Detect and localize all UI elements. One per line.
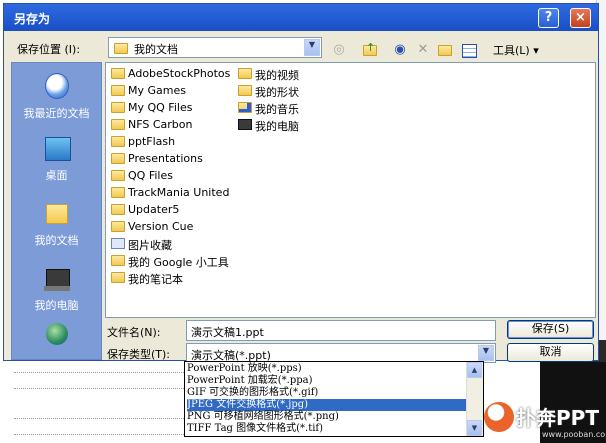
folder-icon [111,153,125,164]
file-name: 我的形状 [255,86,299,99]
filetype-option[interactable]: TIFF Tag 图像文件格式(*.tif) [187,423,469,435]
search-web-icon[interactable]: ◉ [391,41,409,59]
guide-line [14,372,184,373]
folder-icon [238,68,252,79]
folder-icon [111,187,125,198]
place-desktop[interactable]: 桌面 [12,135,101,187]
filename-input[interactable]: 演示文稿1.ppt [186,320,496,341]
filetype-option[interactable]: PowerPoint 放映(*.pps) [187,363,469,375]
filename-label: 文件名(N): [107,326,161,339]
file-name: pptFlash [128,135,176,148]
dropdown-scrollbar[interactable]: ▲ ▼ [466,362,483,436]
location-value: 我的文档 [134,43,178,56]
up-folder-icon[interactable]: ↑ [361,41,379,59]
folder-icon [111,221,125,232]
place-label: 我的文档 [34,234,79,247]
tools-label: 工具(L) [493,44,530,57]
place-recent[interactable]: 我最近的文档 [12,71,101,123]
folder-icon [111,119,125,130]
folder-icon [111,272,125,283]
guide-line [14,388,184,389]
folder-icon [111,85,125,96]
back-icon[interactable]: ◎ [330,41,348,59]
folder-icon [111,102,125,113]
logo-brand: 扑奔PPT [516,406,599,430]
file-name: AdobeStockPhotos [128,67,231,80]
guide-line [14,418,184,419]
my-documents-icon [42,198,72,228]
place-network[interactable] [12,321,101,357]
file-name: TrackMania United [128,186,230,199]
place-my-documents[interactable]: 我的文档 [12,198,101,250]
places-bar: 我最近的文档 桌面 我的文档 我的电脑 [11,62,102,360]
folder-icon [111,136,125,147]
filename-value: 演示文稿1.ppt [191,326,264,339]
place-label: 桌面 [45,169,68,182]
place-label: 我的电脑 [34,299,79,312]
file-name: 我的音乐 [255,103,299,116]
new-folder-icon[interactable] [436,41,454,59]
file-name: My QQ Files [128,101,193,114]
location-label: 保存位置 (I): [17,43,81,56]
scroll-down-icon[interactable]: ▼ [467,420,482,436]
tools-menu[interactable]: 工具(L) ▾ [493,42,539,58]
dialog-title: 另存为 [14,12,51,26]
save-button[interactable]: 保存(S) [507,320,594,339]
computer-icon [238,119,252,130]
file-name: NFS Carbon [128,118,193,131]
save-as-dialog: 另存为 ? × 保存位置 (I): 我的文档 ▼ ◎ ↑ ◉ ✕ 工具(L) ▾… [3,3,599,363]
folder-icon [111,255,125,266]
file-name: 我的视频 [255,69,299,82]
filetype-label: 保存类型(T): [107,348,171,361]
folder-icon [111,68,125,79]
logo-icon [484,402,514,432]
logo-url: www.pooban.com [542,430,606,439]
filetype-select[interactable]: 演示文稿(*.ppt) ▼ [186,343,496,363]
file-name: 我的 Google 小工具 [128,256,229,269]
guide-line [14,434,184,435]
folder-icon [238,85,252,96]
folder-icon [111,204,125,215]
help-button[interactable]: ? [538,8,559,28]
close-button[interactable]: × [570,8,591,28]
title-bar: 另存为 ? × [4,4,598,31]
file-name: QQ Files [128,169,173,182]
file-name: Updater5 [128,203,180,216]
location-combo[interactable]: 我的文档 ▼ [108,37,322,58]
filetype-option[interactable]: GIF 可交换的图形格式(*.gif) [187,387,469,399]
place-label: 我最近的文档 [23,107,90,120]
chevron-down-icon[interactable]: ▼ [304,39,320,56]
cancel-button[interactable]: 取消 [507,343,594,362]
network-places-icon [42,321,72,351]
delete-icon[interactable]: ✕ [414,41,432,59]
recent-documents-icon [42,71,72,101]
file-list[interactable]: AdobeStockPhotos My Games My QQ Files NF… [105,62,596,318]
file-name: Version Cue [128,220,194,233]
my-computer-icon [42,265,72,295]
pictures-folder-icon [111,238,125,249]
folder-icon [111,170,125,181]
file-name: 我的笔记本 [128,273,183,286]
folder-icon [114,43,128,54]
watermark-logo: 扑奔PPT www.pooban.com [484,398,606,443]
file-name: 图片收藏 [128,239,172,252]
filetype-option[interactable]: PowerPoint 加载宏(*.ppa) [187,375,469,387]
file-name: My Games [128,84,186,97]
filetype-option[interactable]: PNG 可移植网络图形格式(*.png) [187,411,469,423]
desktop-icon [42,135,72,165]
scroll-up-icon[interactable]: ▲ [467,362,482,378]
file-name: Presentations [128,152,203,165]
views-icon[interactable] [460,41,478,59]
filetype-dropdown-list[interactable]: PowerPoint 放映(*.pps) PowerPoint 加载宏(*.pp… [184,361,484,437]
music-folder-icon [238,102,252,113]
file-name: 我的电脑 [255,120,299,133]
filetype-option-selected[interactable]: JPEG 文件交换格式(*.jpg) [187,399,469,411]
place-my-computer[interactable]: 我的电脑 [12,265,101,317]
chevron-down-icon[interactable]: ▼ [478,345,494,361]
